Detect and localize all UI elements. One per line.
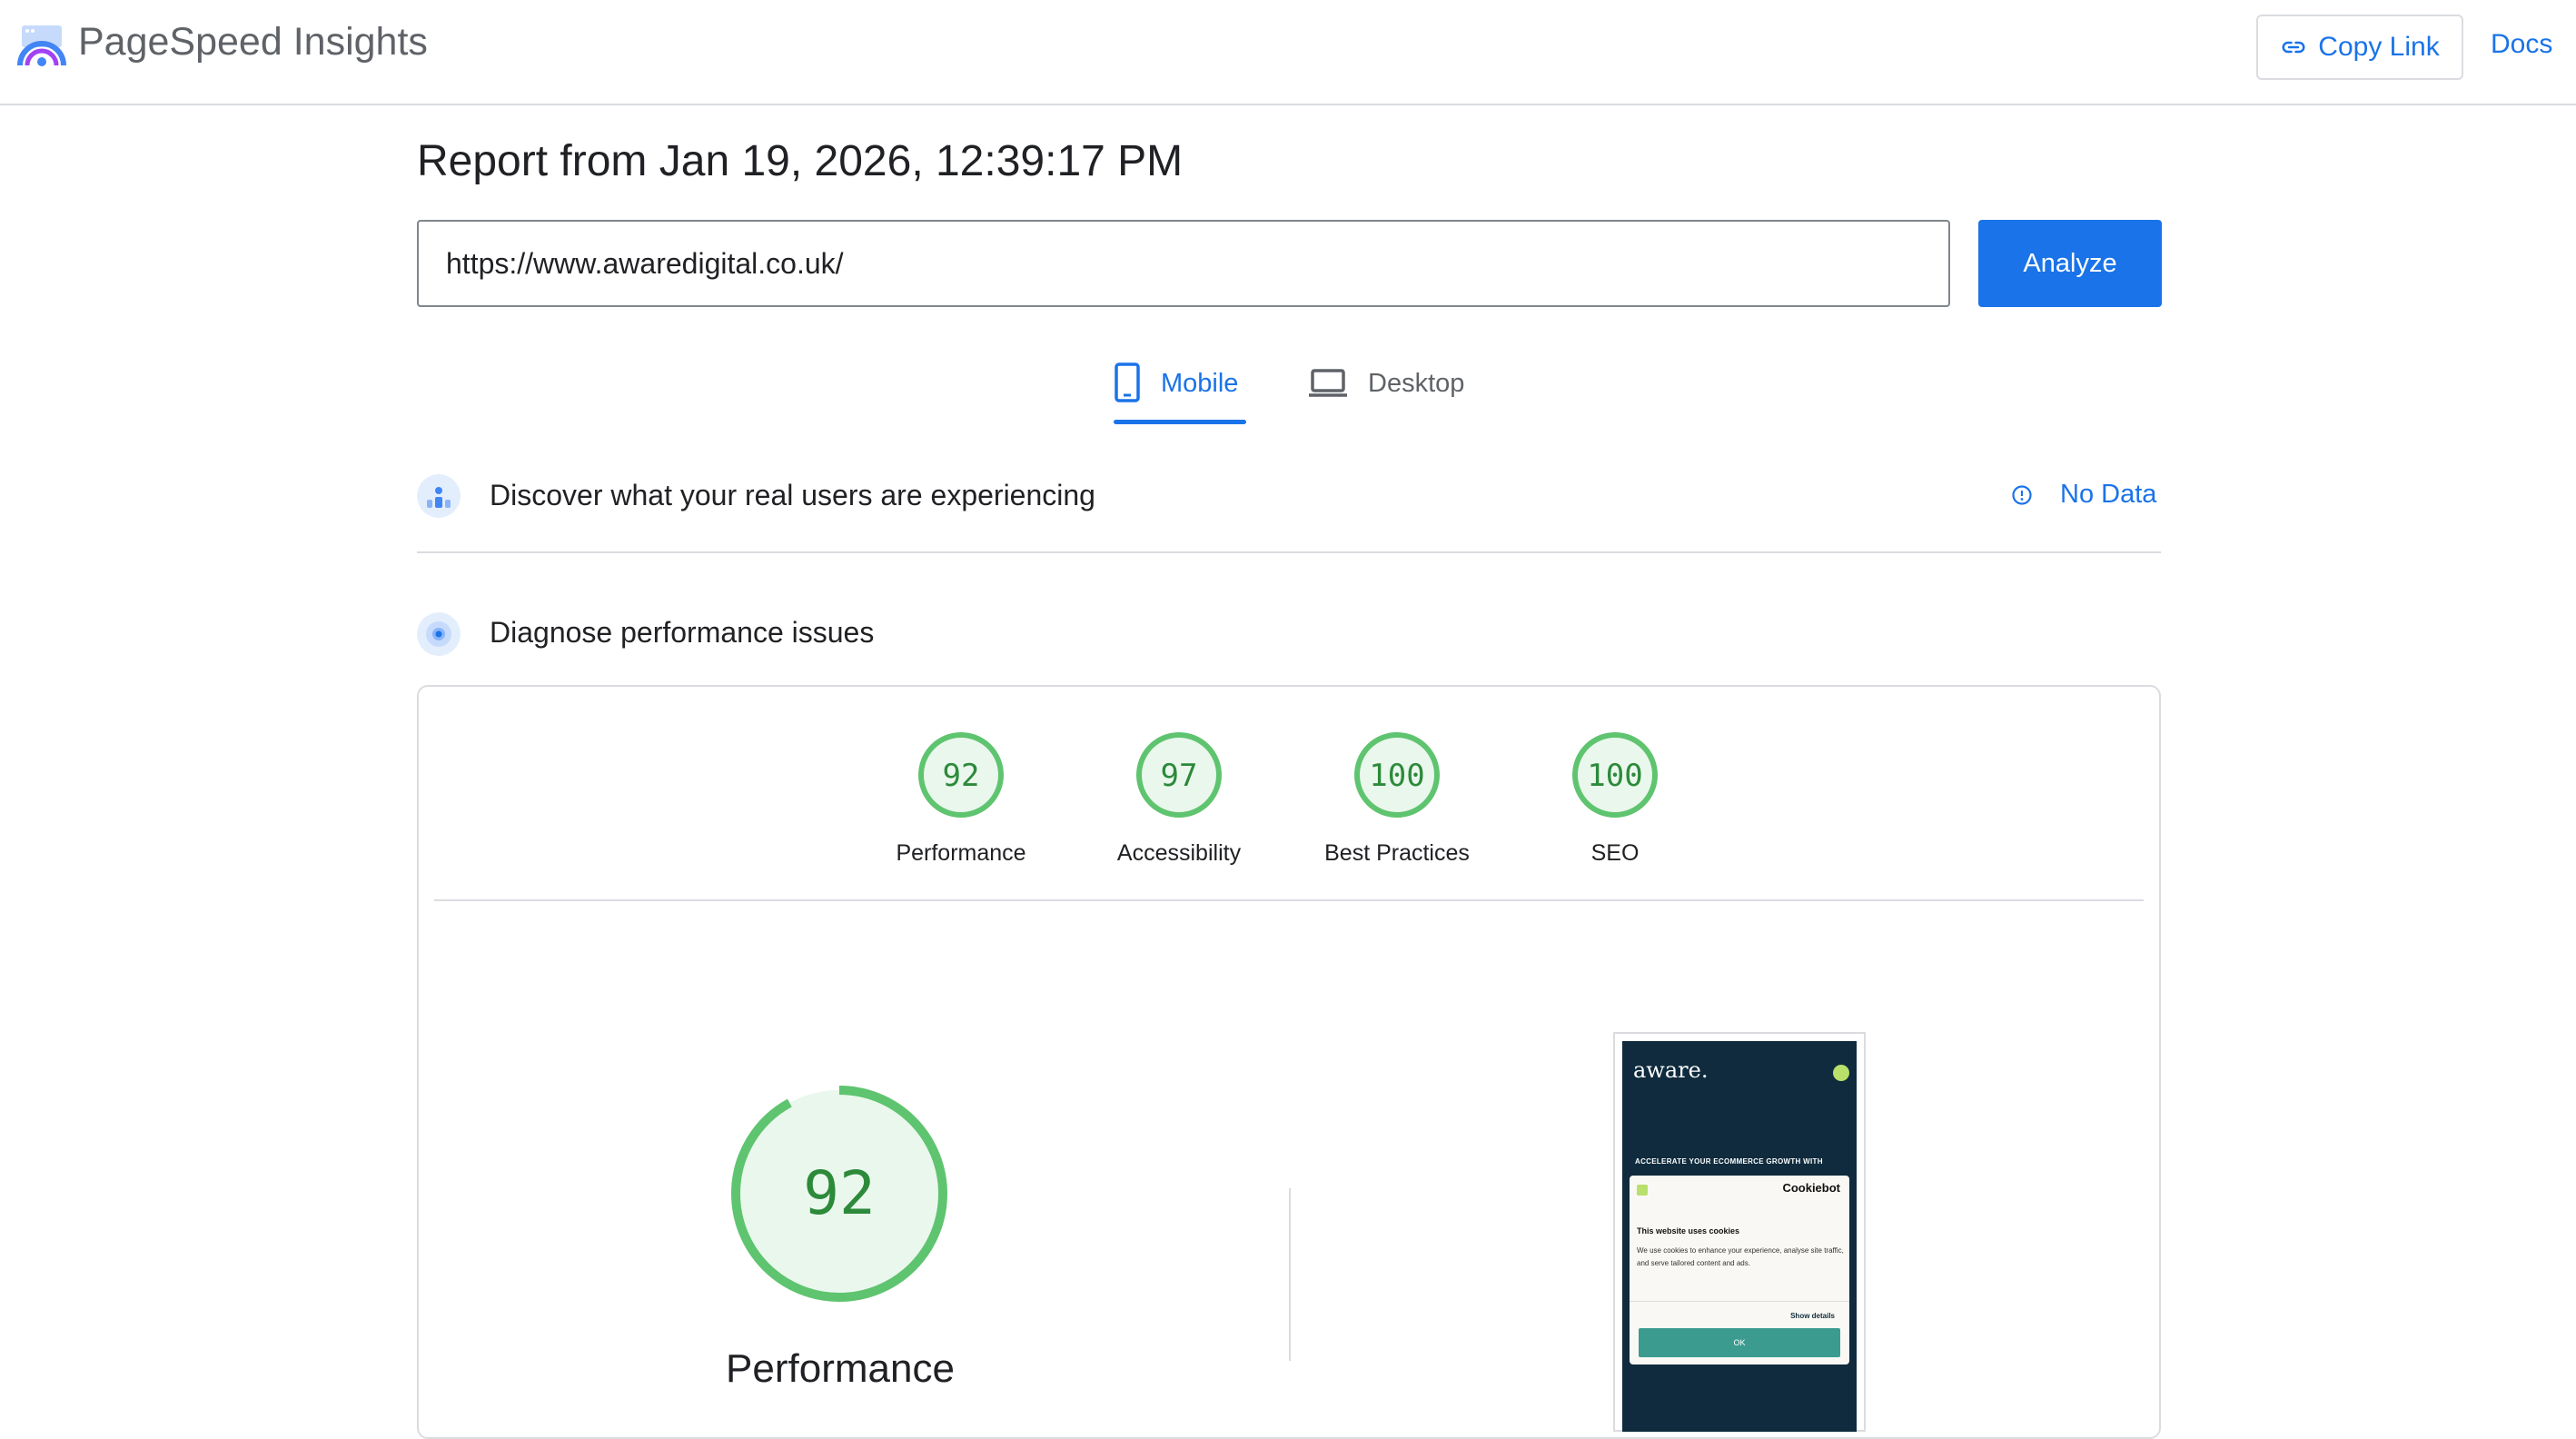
performance-gauge-large: 92 [731, 1086, 947, 1302]
copy-link-label: Copy Link [2318, 32, 2440, 62]
report-title: Report from Jan 19, 2026, 12:39:17 PM [417, 137, 1184, 185]
score-label-accessibility: Accessibility [1116, 840, 1242, 866]
link-icon [2282, 41, 2305, 54]
analyze-button[interactable]: Analyze [1978, 220, 2162, 307]
copy-link-button[interactable]: Copy Link [2256, 15, 2463, 80]
score-gauge-accessibility[interactable]: 97 [1134, 729, 1224, 825]
screenshot-tagline: ACCELERATE YOUR ECOMMERCE GROWTH WITH [1635, 1157, 1823, 1166]
performance-score-value: 92 [803, 1158, 875, 1228]
score-value: 92 [943, 758, 980, 794]
screenshot-content: aware. ACCELERATE YOUR ECOMMERCE GROWTH … [1622, 1041, 1857, 1432]
score-label-performance: Performance [896, 840, 1026, 866]
score-value: 97 [1161, 758, 1198, 794]
radar-icon [417, 612, 461, 656]
score-value: 100 [1587, 758, 1642, 794]
screenshot-logo: aware. [1633, 1057, 1709, 1083]
page-screenshot: aware. ACCELERATE YOUR ECOMMERCE GROWTH … [1613, 1032, 1866, 1432]
phone-icon [1115, 362, 1140, 402]
panel-divider [434, 899, 2144, 901]
tab-desktop[interactable]: Desktop [1308, 362, 1464, 429]
cookie-banner: Cookiebot This website uses cookies We u… [1630, 1176, 1849, 1365]
score-gauge-best-practices[interactable]: 100 [1352, 729, 1442, 825]
tab-desktop-label: Desktop [1368, 369, 1465, 398]
section-divider [417, 551, 2161, 553]
cookie-ok-button: OK [1639, 1328, 1840, 1357]
laptop-icon [1309, 369, 1347, 397]
cookie-title: This website uses cookies [1637, 1226, 1740, 1236]
info-icon [2012, 484, 2032, 505]
no-data-status[interactable]: No Data [2011, 480, 2156, 510]
cookiebot-logo: Cookiebot [1782, 1181, 1840, 1195]
docs-link[interactable]: Docs [2491, 29, 2552, 60]
tab-mobile-label: Mobile [1161, 369, 1239, 398]
cookie-body: We use cookies to enhance your experienc… [1637, 1246, 1844, 1267]
no-data-label: No Data [2060, 480, 2157, 509]
performance-gauge-label: Performance [726, 1346, 955, 1391]
screenshot-menu-icon [1833, 1065, 1849, 1081]
active-tab-indicator [1114, 420, 1246, 424]
brand-title: PageSpeed Insights [78, 20, 428, 64]
score-label-best-practices: Best Practices [1324, 840, 1470, 866]
score-gauge-performance[interactable]: 92 [916, 729, 1006, 825]
lab-data-title: Diagnose performance issues [490, 616, 875, 649]
cookie-divider [1630, 1301, 1849, 1302]
tab-mobile[interactable]: Mobile [1114, 362, 1246, 429]
score-gauge-seo[interactable]: 100 [1570, 729, 1660, 825]
vertical-divider [1289, 1188, 1291, 1361]
cookie-badge-icon [1637, 1185, 1648, 1196]
score-label-seo: SEO [1590, 840, 1640, 866]
url-input[interactable] [417, 220, 1950, 307]
score-value: 100 [1369, 758, 1424, 794]
users-icon [417, 474, 461, 518]
top-bar: PageSpeed Insights Copy Link Docs [0, 0, 2576, 105]
cookie-show-details: Show details [1790, 1312, 1835, 1320]
field-data-title: Discover what your real users are experi… [490, 479, 1095, 511]
pagespeed-logo-icon [17, 25, 66, 66]
